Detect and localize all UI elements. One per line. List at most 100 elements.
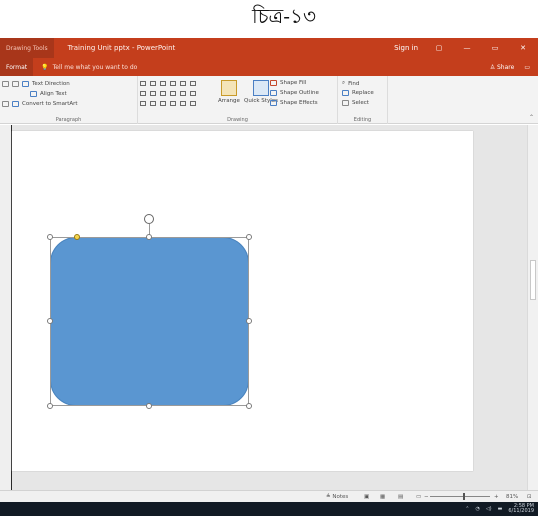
ribbon-group-drawing: Arrange Quick Styles Shape Fill Shape Ou… [138,76,338,124]
shape-cell[interactable] [190,101,196,106]
text-direction-button[interactable]: Text Direction [32,81,70,87]
tabbar-right: ♙ Share ▭ [490,58,530,76]
editing-workspace [0,125,538,490]
slide-sorter-icon[interactable]: ▦ [380,494,385,500]
tab-format[interactable]: Format [0,58,34,76]
network-icon[interactable]: ◔ [475,506,479,512]
notes-button[interactable]: ≜ Notes [326,494,348,500]
replace-icon [342,90,349,96]
shape-effects-row[interactable]: Shape Effects [270,100,318,106]
indent-icon[interactable] [12,81,19,87]
find-row[interactable]: ⌕ Find [342,80,359,87]
scrollbar-thumb[interactable] [530,260,536,300]
replace-button[interactable]: Replace [352,90,374,96]
arrange-button[interactable]: Arrange [218,80,240,104]
shapes-gallery-row-3[interactable] [140,101,197,106]
zoom-in-icon[interactable]: + [494,494,499,500]
zoom-out-icon[interactable]: − [424,494,429,500]
shape-cell[interactable] [150,101,156,106]
share-button[interactable]: ♙ Share [490,64,515,71]
shapes-gallery-row-1[interactable] [140,81,197,86]
corner-radius-adjust-handle[interactable] [74,234,80,240]
align-icon[interactable] [2,101,9,107]
convert-smartart-button[interactable]: Convert to SmartArt [22,101,78,107]
shape-cell[interactable] [190,81,196,86]
text-direction-icon [22,81,29,87]
shape-cell[interactable] [140,81,146,86]
shape-fill-button[interactable]: Shape Fill [280,80,306,86]
maximize-button[interactable]: ▭ [488,44,502,52]
zoom-slider-thumb[interactable] [463,493,465,500]
shape-cell[interactable] [160,101,166,106]
resize-handle-top-left[interactable] [47,234,53,240]
keyboard-icon[interactable]: ▬ [498,506,503,512]
resize-handle-bottom-right[interactable] [246,403,252,409]
shape-cell[interactable] [140,101,146,106]
slide-thumbnail-pane[interactable] [0,125,12,490]
shape-outline-button[interactable]: Shape Outline [280,90,319,96]
resize-handle-top-right[interactable] [246,234,252,240]
resize-handle-bottom-left[interactable] [47,403,53,409]
drawing-group-label: Drawing [227,117,248,123]
windows-taskbar: ⌃ ◔ ◁) ▬ 2:58 PM 6/11/2019 [0,502,538,516]
normal-view-icon[interactable]: ▣ [364,494,369,500]
shape-cell[interactable] [180,101,186,106]
powerpoint-window: Drawing Tools Training Unit pptx - Power… [0,38,538,516]
resize-handle-top[interactable] [146,234,152,240]
shape-cell[interactable] [150,91,156,96]
zoom-level[interactable]: 81% [506,494,518,500]
replace-row[interactable]: Replace [342,90,374,96]
shape-cell[interactable] [150,81,156,86]
ribbon-group-editing: ⌕ Find Replace Select Editing [338,76,388,124]
reading-view-icon[interactable]: ▤ [398,494,403,500]
rotate-handle-icon[interactable] [144,214,154,224]
share-label: Share [497,63,515,71]
shape-cell[interactable] [180,81,186,86]
page-root: চিত্র-১৩ Drawing Tools Training Unit ppt… [0,0,538,516]
shape-cell[interactable] [160,91,166,96]
select-row[interactable]: Select [342,100,369,106]
chevron-up-icon[interactable]: ⌃ [465,506,469,512]
ribbon: Text Direction Align Text Convert to Sma… [0,76,538,124]
shape-fill-row[interactable]: Shape Fill [270,80,306,86]
comments-icon[interactable]: ▭ [524,64,530,71]
shape-cell[interactable] [160,81,166,86]
shape-outline-row[interactable]: Shape Outline [270,90,319,96]
shape-cell[interactable] [170,91,176,96]
shape-cell[interactable] [190,91,196,96]
close-button[interactable]: ✕ [516,44,530,52]
context-tab-label: Drawing Tools [0,38,54,58]
person-icon: ♙ [489,63,497,71]
shape-cell[interactable] [140,91,146,96]
minimize-button[interactable]: — [460,44,474,52]
notes-label: Notes [332,494,349,500]
collapse-ribbon-icon[interactable]: ⌃ [529,114,534,121]
shapes-gallery-row-2[interactable] [140,91,197,96]
slideshow-icon[interactable]: ▭ [416,494,421,500]
vertical-scrollbar[interactable] [527,125,538,490]
zoom-slider-track[interactable] [430,496,490,497]
window-title: Training Unit pptx - PowerPoint [67,44,176,52]
fit-to-window-icon[interactable]: ⊡ [527,494,532,500]
window-controls: Sign in ▢ — ▭ ✕ [394,38,530,58]
volume-icon[interactable]: ◁) [486,506,492,512]
signin-link[interactable]: Sign in [394,44,418,52]
shape-cell[interactable] [170,81,176,86]
list-icon[interactable] [2,81,9,87]
shape-cell[interactable] [170,101,176,106]
align-text-button[interactable]: Align Text [40,91,67,97]
resize-handle-right[interactable] [246,318,252,324]
shape-effects-button[interactable]: Shape Effects [280,100,318,106]
paragraph-row-2: Align Text [30,91,67,97]
resize-handle-left[interactable] [47,318,53,324]
select-icon [342,100,349,106]
clock-date: 6/11/2019 [508,508,534,514]
shape-cell[interactable] [180,91,186,96]
resize-handle-bottom[interactable] [146,403,152,409]
select-button[interactable]: Select [352,100,369,106]
tell-me-box[interactable]: 💡 Tell me what you want to do [41,64,137,71]
rounded-rectangle-shape[interactable] [50,237,249,406]
clock[interactable]: 2:58 PM 6/11/2019 [508,504,534,514]
find-button[interactable]: Find [348,81,359,87]
ribbon-display-options-icon[interactable]: ▢ [432,44,446,52]
